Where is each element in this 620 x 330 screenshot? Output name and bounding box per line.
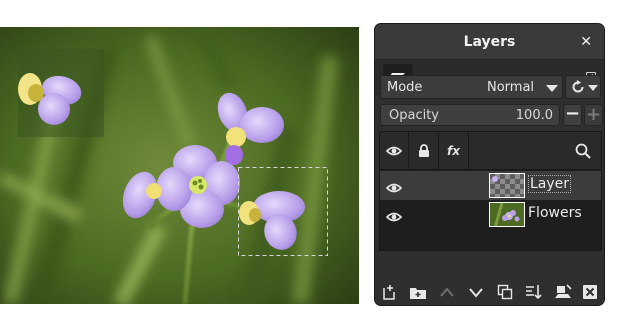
layer-list-header: fx (380, 132, 601, 170)
new-layer-group-icon[interactable] (408, 283, 428, 301)
effects-column-header[interactable]: fx (439, 132, 469, 170)
dialog-title: Layers (463, 34, 516, 50)
mode-select[interactable]: Mode Normal (380, 75, 563, 99)
layer-name[interactable]: Flowers (528, 205, 582, 221)
layer-thumbnail-transparent (489, 173, 525, 198)
composite-mode-button[interactable] (565, 75, 601, 99)
layer-list: fx Layer Flowers (379, 131, 602, 251)
raise-layer-icon[interactable] (437, 283, 457, 301)
chevron-down-icon (546, 85, 558, 92)
image-canvas[interactable] (0, 27, 359, 304)
search-icon[interactable] (575, 143, 591, 163)
layer-actions-toolbar (375, 279, 604, 305)
layer-name[interactable]: Layer (528, 175, 572, 193)
visibility-column-header[interactable] (380, 132, 409, 170)
mode-value: Normal (487, 80, 535, 95)
opacity-decrease-button[interactable]: − (563, 104, 582, 126)
dialog-titlebar[interactable]: Layers ✕ (375, 24, 604, 60)
opacity-spinscale[interactable]: Opacity 100.0 (380, 104, 560, 126)
delete-layer-icon[interactable] (580, 283, 600, 301)
merge-down-icon[interactable] (524, 283, 544, 301)
mode-label: Mode (387, 80, 423, 95)
new-layer-icon[interactable] (379, 283, 399, 301)
chevron-down-icon (588, 85, 598, 91)
mode-row: Mode Normal (380, 75, 601, 99)
opacity-increase-button[interactable]: + (584, 104, 603, 126)
opacity-row: Opacity 100.0 − + (380, 104, 603, 126)
anchor-layer-icon[interactable] (553, 283, 573, 301)
lower-layer-icon[interactable] (466, 283, 486, 301)
layers-dialog: Layers ✕ Mode Normal Opacity 100.0 − + f… (374, 23, 605, 306)
lock-icon (418, 144, 429, 157)
lock-column-header[interactable] (409, 132, 439, 170)
close-icon[interactable]: ✕ (580, 34, 592, 50)
layer-visibility-toggle-eye-icon[interactable] (385, 179, 403, 198)
duplicate-layer-icon[interactable] (495, 283, 515, 301)
layer-row-flowers[interactable]: Flowers (380, 200, 601, 229)
composite-reset-icon (572, 80, 584, 93)
layer-row-layer[interactable]: Layer (380, 171, 601, 200)
eye-icon (386, 146, 402, 156)
layer-visibility-toggle-eye-icon[interactable] (385, 208, 403, 227)
screen: Layers ✕ Mode Normal Opacity 100.0 − + f… (0, 0, 620, 330)
flowers-photo (0, 27, 359, 304)
layer-thumbnail-flowers (489, 202, 525, 227)
opacity-label: Opacity (389, 108, 440, 123)
opacity-value: 100.0 (515, 108, 553, 123)
